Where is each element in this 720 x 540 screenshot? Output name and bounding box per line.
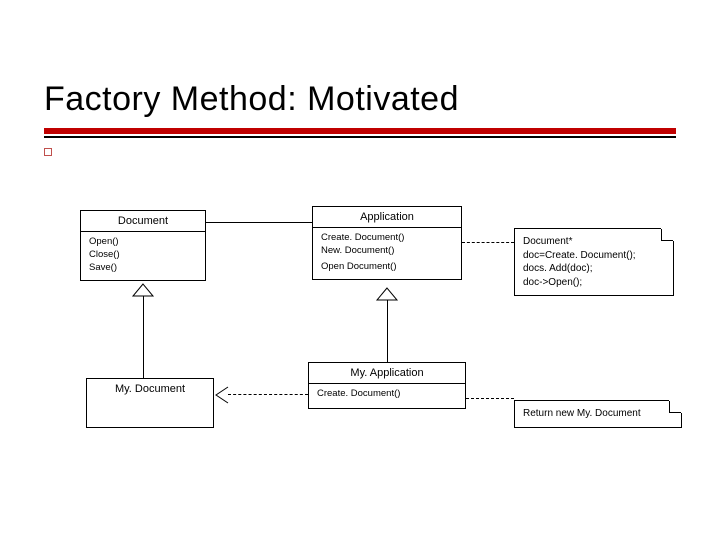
method: Create. Document() bbox=[321, 232, 453, 245]
class-my-document: My. Document bbox=[86, 378, 214, 428]
class-document-name: Document bbox=[81, 211, 205, 232]
gen-arrow-application bbox=[377, 288, 397, 302]
class-my-application: My. Application Create. Document() bbox=[308, 362, 466, 409]
method: Open Document() bbox=[321, 261, 453, 274]
method: Save() bbox=[89, 262, 197, 275]
gen-document-mydocument-v bbox=[143, 296, 144, 378]
class-my-application-methods: Create. Document() bbox=[309, 384, 465, 408]
class-document: Document Open() Close() Save() bbox=[80, 210, 206, 281]
note-my-application: Return new My. Document bbox=[514, 400, 682, 428]
class-my-document-name: My. Document bbox=[87, 379, 213, 399]
assoc-document-application bbox=[206, 222, 312, 223]
gen-application-myapplication-v bbox=[387, 300, 388, 362]
class-document-methods: Open() Close() Save() bbox=[81, 232, 205, 280]
note-line: doc=Create. Document(); bbox=[523, 249, 665, 263]
note-line: Return new My. Document bbox=[523, 407, 673, 421]
note-line: docs. Add(doc); bbox=[523, 262, 665, 276]
note-line: doc->Open(); bbox=[523, 276, 665, 290]
method: Close() bbox=[89, 249, 197, 262]
dep-arrow-myapp-mydoc bbox=[216, 387, 230, 403]
note-line: Document* bbox=[523, 235, 665, 249]
class-application-name: Application bbox=[313, 207, 461, 228]
title-underline bbox=[44, 128, 676, 134]
method: Create. Document() bbox=[317, 388, 457, 401]
note-application: Document* doc=Create. Document(); docs. … bbox=[514, 228, 674, 296]
anchor-myapplication-note bbox=[466, 398, 514, 399]
method: Open() bbox=[89, 236, 197, 249]
gen-arrow-document bbox=[133, 284, 153, 298]
dep-myapp-mydoc bbox=[228, 394, 308, 395]
class-my-application-name: My. Application bbox=[309, 363, 465, 384]
method: New. Document() bbox=[321, 245, 453, 258]
slide-title: Factory Method: Motivated bbox=[44, 80, 459, 119]
class-application-methods: Create. Document() New. Document() Open … bbox=[313, 228, 461, 279]
anchor-application-note bbox=[462, 242, 514, 243]
slide-marker bbox=[44, 148, 52, 156]
class-application: Application Create. Document() New. Docu… bbox=[312, 206, 462, 280]
